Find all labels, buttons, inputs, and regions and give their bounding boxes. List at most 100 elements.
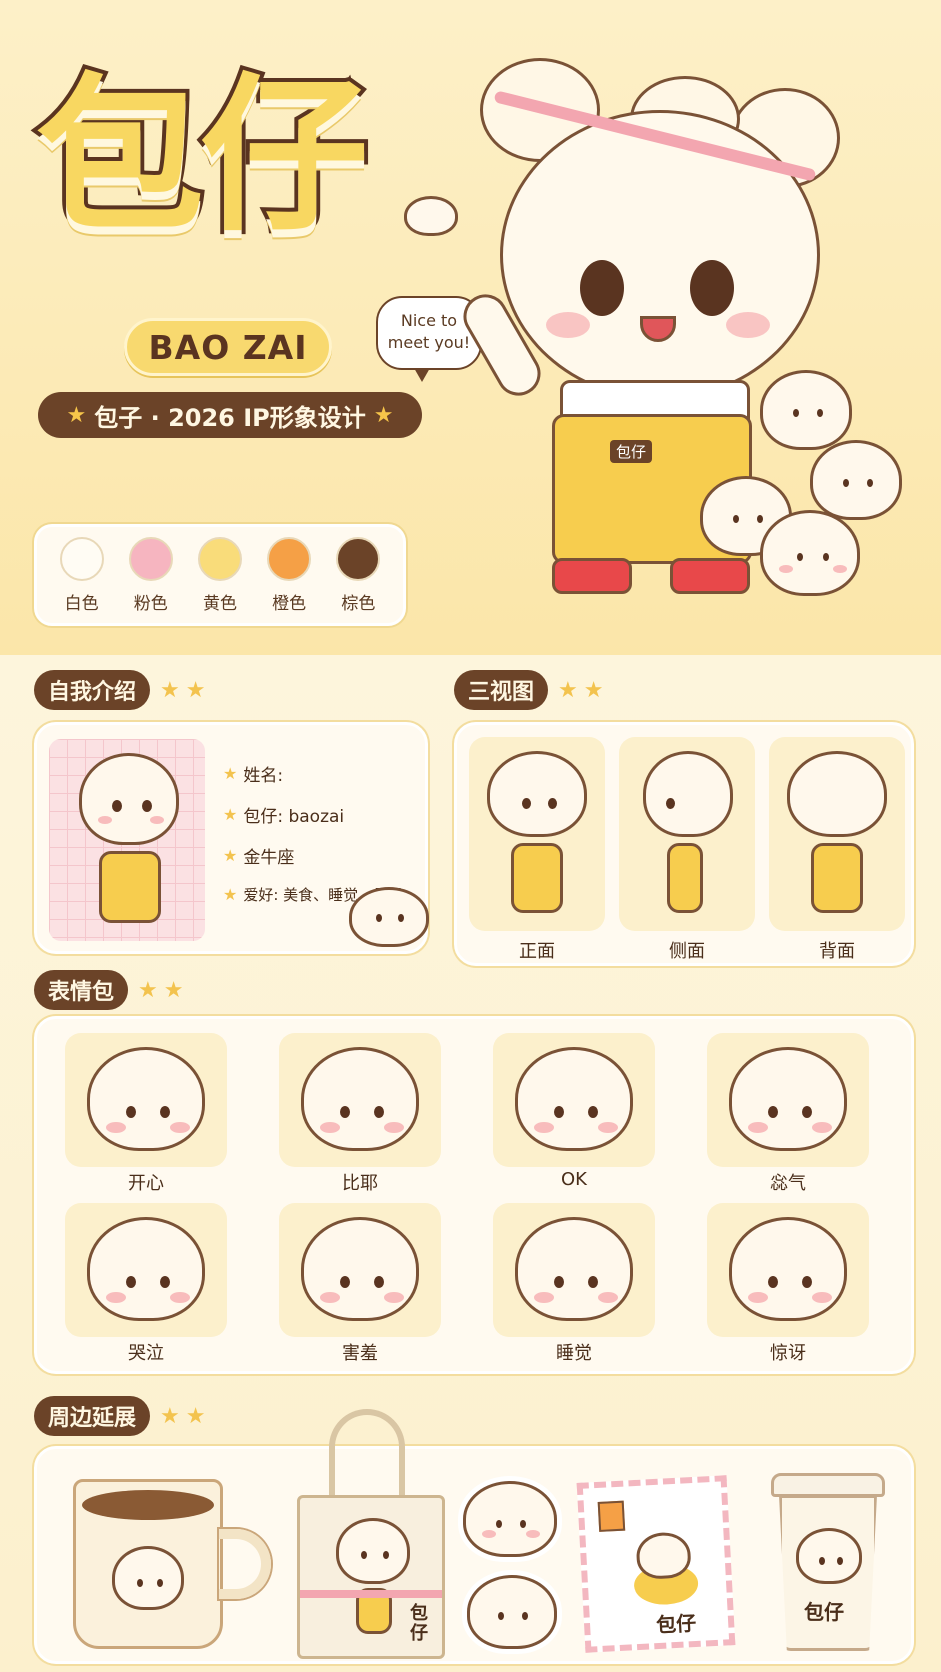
color-palette: 白色 粉色 黄色 橙色 棕色: [34, 524, 406, 626]
emoji-crying: [65, 1203, 227, 1337]
swatch-orange: 橙色: [267, 536, 312, 614]
swatch-white: 白色: [59, 536, 104, 614]
emoji-angry: [707, 1033, 869, 1167]
bag-print: [336, 1518, 410, 1584]
intro-text: 金牛座: [243, 848, 295, 868]
emoji-sleep: [493, 1203, 655, 1337]
overalls-badge: 包仔: [610, 440, 653, 463]
intro-portrait: [49, 739, 205, 941]
intro-list: ★ 姓名: ★ 包仔: baozai ★ 金牛座 ★ 爱好: 美食、睡觉、呆呆: [223, 761, 403, 905]
cup-print: [796, 1528, 862, 1584]
bun-friend: [810, 440, 902, 520]
star-icon: ★★: [160, 1403, 212, 1429]
intro-header: 自我介绍 ★★: [34, 670, 211, 710]
hero-tagline-ribbon: ★ 包子 · 2026 IP形象设计 ★: [38, 392, 422, 438]
bun-friend: [760, 510, 860, 596]
star-icon: ★: [223, 846, 238, 865]
intro-text: 姓名:: [243, 766, 284, 786]
sticker-top: [463, 1481, 557, 1557]
section-label: 自我介绍: [34, 670, 151, 710]
emoji-face: [515, 1217, 633, 1321]
emoji-face: [729, 1047, 847, 1151]
section-label: 周边延展: [34, 1396, 151, 1436]
back-overalls: [811, 843, 863, 913]
stamp-text: 包仔: [655, 1610, 697, 1638]
swatch-yellow: 黄色: [197, 536, 242, 614]
emoji-caption: 比耶: [342, 1173, 378, 1194]
three-view-card: 正面 侧面 背面: [454, 722, 914, 966]
swatch-label: 白色: [64, 593, 99, 614]
sticker-bottom: [467, 1575, 557, 1649]
intro-card: ★ 姓名: ★ 包仔: baozai ★ 金牛座 ★ 爱好: 美食、睡觉、呆呆: [34, 722, 429, 954]
star-icon: ★: [373, 402, 394, 428]
peeking-bun-icon: [349, 887, 429, 947]
coffee: [82, 1490, 214, 1520]
hero-subtitle: BAO ZAI: [124, 318, 332, 376]
view-back: [769, 737, 905, 931]
color-dot: [128, 536, 173, 581]
swatch-label: 黄色: [202, 593, 237, 614]
view-front: [469, 737, 605, 931]
emoji-caption: 哭泣: [128, 1343, 164, 1364]
star-icon: ★: [223, 885, 238, 904]
postage-stamp: 包仔: [576, 1475, 736, 1653]
merch-header: 周边延展 ★★: [34, 1396, 211, 1436]
swatch-brown: 棕色: [336, 536, 381, 614]
emoji-surprised: [707, 1203, 869, 1337]
star-icon: ★★: [160, 677, 212, 703]
hero-title: 包仔: [32, 58, 372, 254]
hero-head: [500, 110, 820, 400]
portrait-head: [79, 753, 179, 845]
swatch-pink: 粉色: [128, 536, 173, 614]
bag-handle: [329, 1409, 405, 1499]
color-dot: [197, 536, 242, 581]
color-dot: [336, 536, 381, 581]
three-view-header: 三视图 ★★: [454, 670, 609, 710]
cup-text: 包仔: [804, 1600, 844, 1624]
shoe-left: [552, 558, 632, 594]
emoji-face: [515, 1047, 633, 1151]
emoji-ok: [493, 1033, 655, 1167]
bun-friend: [760, 370, 852, 450]
emoji-caption: 睡觉: [556, 1343, 592, 1364]
emoji-face: [87, 1047, 205, 1151]
merch-card: 包 仔 包仔 包仔: [34, 1409, 914, 1664]
view-caption: 背面: [819, 941, 855, 962]
back-head: [787, 751, 887, 837]
view-side: [619, 737, 755, 931]
section-label: 表情包: [34, 970, 129, 1010]
stamp-mini-icon: [597, 1500, 626, 1532]
emoji-caption: 开心: [128, 1173, 164, 1194]
bag-text: 包 仔: [410, 1603, 428, 1644]
side-head: [643, 751, 733, 837]
mug: [73, 1479, 223, 1649]
intro-item: ★ 金牛座: [223, 843, 403, 868]
emoji-caption: 害羞: [342, 1343, 378, 1364]
emoji-card: 开心 比耶 OK 惢气哭泣 害羞 睡觉 惊讶: [34, 1016, 914, 1374]
star-icon: ★★: [138, 977, 190, 1003]
star-icon: ★: [223, 805, 238, 824]
view-caption: 正面: [519, 941, 555, 962]
section-label: 三视图: [454, 670, 549, 710]
swatch-label: 橙色: [272, 593, 307, 614]
emoji-header: 表情包 ★★: [34, 970, 189, 1010]
intro-text: 包仔: baozai: [243, 807, 345, 827]
color-dot: [59, 536, 104, 581]
swatch-label: 粉色: [133, 593, 168, 614]
mug-print: [112, 1546, 184, 1610]
emoji-face: [729, 1217, 847, 1321]
emoji-happy: [65, 1033, 227, 1167]
emoji-face: [301, 1217, 419, 1321]
eye-right: [690, 260, 734, 316]
emoji-caption: 惊讶: [770, 1343, 806, 1364]
swatch-label: 棕色: [341, 593, 376, 614]
intro-item: ★ 姓名:: [223, 761, 403, 786]
emoji-caption: OK: [561, 1169, 587, 1190]
emoji-caption: 惢气: [770, 1173, 806, 1194]
small-bun-icon: [404, 196, 458, 236]
emoji-face: [301, 1047, 419, 1151]
cup-lid: [771, 1473, 885, 1497]
paper-cup: 包仔: [779, 1495, 877, 1651]
color-dot: [267, 536, 312, 581]
portrait-overalls: [99, 851, 161, 923]
